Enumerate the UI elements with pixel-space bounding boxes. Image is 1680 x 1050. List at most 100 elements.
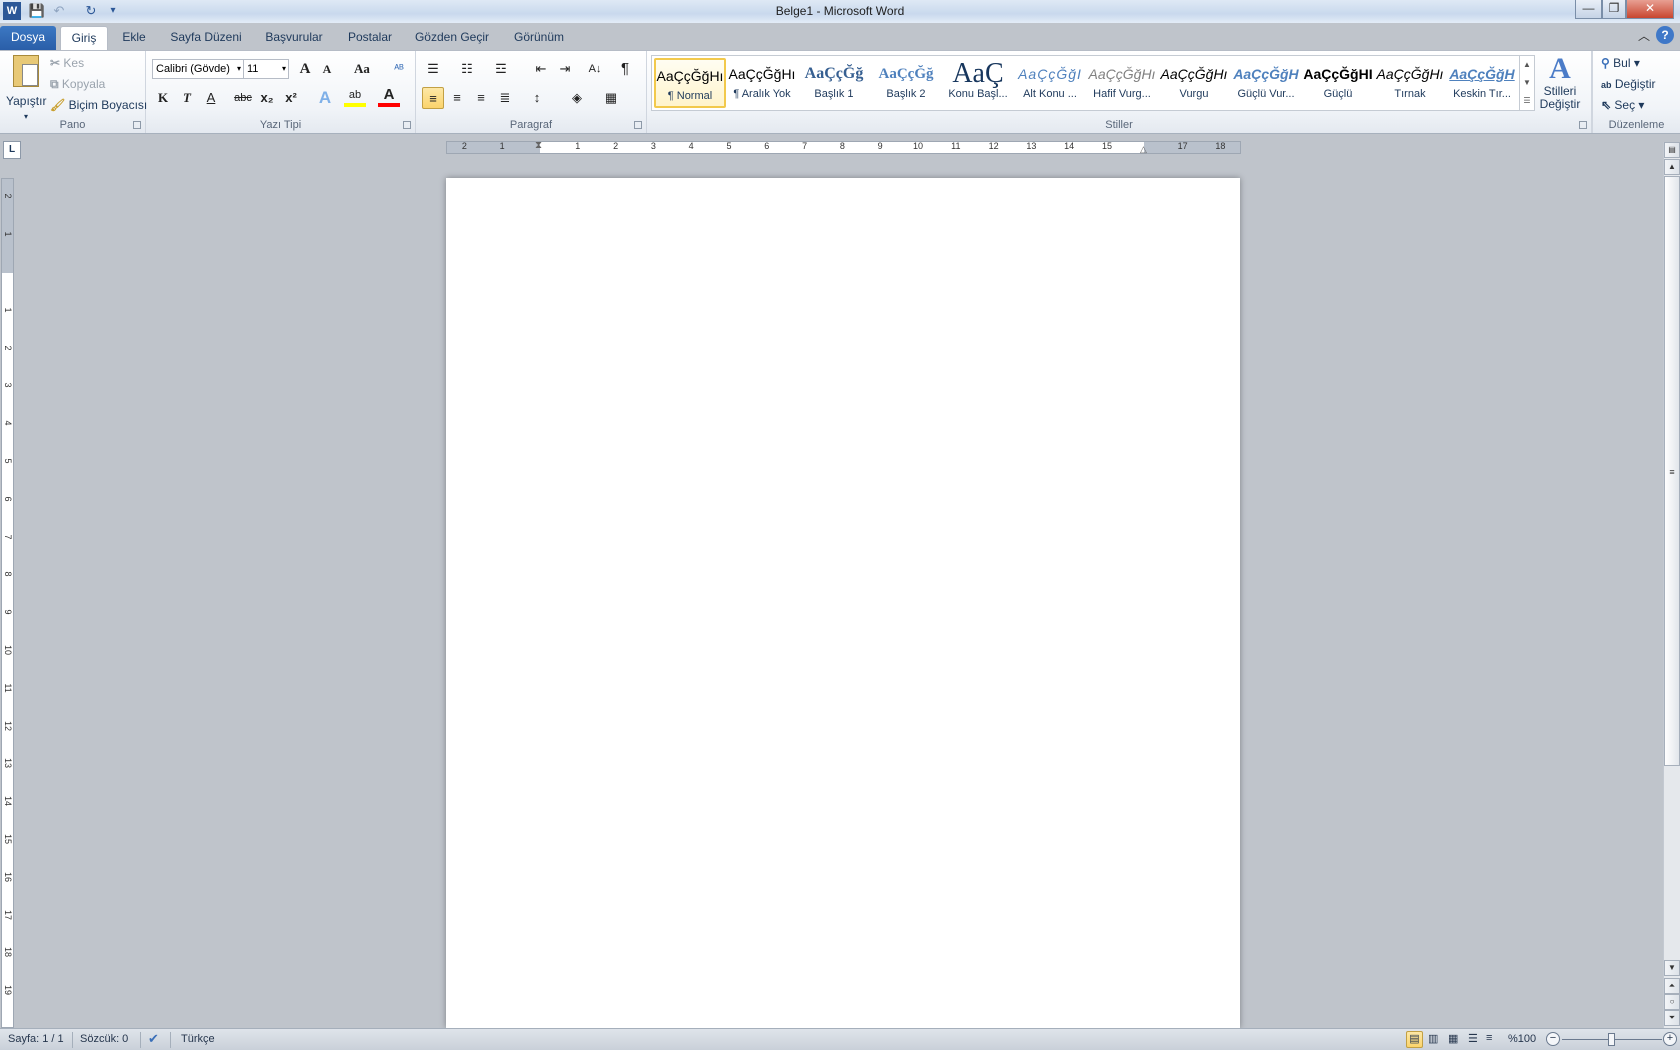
subscript-button[interactable]: x₂ <box>256 87 278 109</box>
select-browse-object-button[interactable]: ○ <box>1664 994 1680 1010</box>
proofing-icon[interactable]: ✔ <box>148 1031 159 1047</box>
select-button[interactable]: ⇖ Seç ▾ <box>1601 97 1644 113</box>
grow-font-button[interactable]: A <box>294 58 316 80</box>
line-spacing-icon[interactable]: ↕ <box>526 87 548 109</box>
shrink-font-button[interactable]: A <box>316 58 338 80</box>
replace-button[interactable]: ab Değiştir <box>1601 76 1656 93</box>
styles-dialog-launcher[interactable] <box>1579 121 1587 129</box>
tab-dosya[interactable]: Dosya <box>0 26 56 50</box>
italic-button[interactable]: T <box>176 87 198 109</box>
draft-view-icon[interactable]: ≡ <box>1486 1032 1492 1044</box>
horizontal-ruler[interactable]: ⧗ △ 2 1 1 2 3 4 5 6 7 8 9 10 11 12 13 14 15 17 18 <box>446 140 1241 155</box>
zoom-in-button[interactable]: + <box>1663 1032 1677 1046</box>
numbering-icon[interactable]: ☷ <box>456 58 478 80</box>
tab-ekle[interactable]: Ekle <box>114 26 154 50</box>
paste-button[interactable]: Yapıştır ▾ <box>6 53 46 121</box>
tab-sayfa-duzeni[interactable]: Sayfa Düzeni <box>162 26 250 50</box>
language[interactable]: Türkçe <box>181 1033 215 1045</box>
web-layout-icon[interactable]: ▦ <box>1448 1032 1458 1045</box>
restore-button[interactable]: ❐ <box>1602 0 1626 19</box>
word-count[interactable]: Sözcük: 0 <box>80 1033 128 1045</box>
increase-indent-icon[interactable]: ⇥ <box>554 58 576 80</box>
tab-giris[interactable]: Giriş <box>60 26 108 51</box>
show-formatting-button[interactable]: ¶ <box>614 58 636 80</box>
shading-icon[interactable]: ◈ <box>566 87 588 109</box>
format-painter-button[interactable]: 🖌 Biçim Boyacısı <box>50 97 147 113</box>
close-button[interactable]: ✕ <box>1626 0 1674 19</box>
style-item[interactable]: AaÇçĞğH Güçlü Vur... <box>1230 58 1302 108</box>
vertical-ruler[interactable]: 2 1 1 2 3 4 5 6 7 8 9 10 11 12 13 14 15 16 17 18 19 <box>1 178 14 1028</box>
change-styles-button[interactable]: A Stilleri Değiştir <box>1532 53 1588 111</box>
change-case-button[interactable]: Aa <box>348 58 376 80</box>
text-effects-button[interactable]: A <box>314 87 336 109</box>
copy-button[interactable]: ⧉ Kopyala <box>50 76 105 92</box>
bold-button[interactable]: K <box>152 87 174 109</box>
full-screen-reading-icon[interactable]: ▥ <box>1428 1032 1438 1045</box>
pano-dialog-launcher[interactable] <box>133 121 141 129</box>
document-page[interactable] <box>446 178 1240 1028</box>
style-item[interactable]: AaÇçĞğH Keskin Tır... <box>1446 58 1518 108</box>
font-size-select[interactable]: 11 ▾ <box>243 59 289 79</box>
previous-page-button[interactable]: ⏶ <box>1664 978 1680 994</box>
tab-gozden-gecir[interactable]: Gözden Geçir <box>408 26 496 50</box>
ruler-number: 11 <box>3 683 13 693</box>
scroll-down-button[interactable]: ▼ <box>1664 960 1680 976</box>
multilevel-list-icon[interactable]: ☲ <box>490 58 512 80</box>
scroll-up-button[interactable]: ▲ <box>1664 159 1680 175</box>
font-name-select[interactable]: Calibri (Gövde) ▾ <box>152 59 244 79</box>
style-item[interactable]: AaÇçĞğHı Hafif Vurg... <box>1086 58 1158 108</box>
cut-button[interactable]: ✂ Kes <box>50 55 84 71</box>
highlight-button[interactable]: ab <box>344 87 366 107</box>
ruler-number: 1 <box>575 141 581 151</box>
find-button[interactable]: ⚲ Bul ▾ <box>1601 55 1640 71</box>
underline-button[interactable]: A <box>200 87 222 109</box>
align-left-icon[interactable]: ≡ <box>422 87 444 109</box>
tab-postalar[interactable]: Postalar <box>340 26 400 50</box>
zoom-slider-thumb[interactable] <box>1608 1033 1615 1046</box>
tab-gorunum[interactable]: Görünüm <box>504 26 574 50</box>
window-title: Belge1 - Microsoft Word <box>775 4 905 18</box>
decrease-indent-icon[interactable]: ⇤ <box>530 58 552 80</box>
print-layout-view-icon[interactable]: ▤ <box>1406 1031 1423 1048</box>
find-label: Bul <box>1613 56 1631 70</box>
minimize-button[interactable]: — <box>1575 0 1602 19</box>
vertical-scrollbar[interactable]: ▤ ▲ ≡ ▼ ⏶ ○ ⏷ <box>1663 142 1680 1028</box>
sort-button[interactable]: A↓ <box>584 58 606 80</box>
style-item[interactable]: AaÇçĞğHı Vurgu <box>1158 58 1230 108</box>
borders-icon[interactable]: ▦ <box>600 87 622 109</box>
style-item[interactable]: AaÇçĞğ Başlık 1 <box>798 58 870 108</box>
page-count[interactable]: Sayfa: 1 / 1 <box>8 1033 64 1045</box>
indent-marker[interactable]: ⧗ <box>535 140 542 151</box>
align-right-icon[interactable]: ≡ <box>470 87 492 109</box>
right-indent-marker[interactable]: △ <box>1140 144 1147 155</box>
tab-basvurular[interactable]: Başvurular <box>256 26 332 50</box>
style-item[interactable]: AaÇçĞğHı ¶ Normal <box>654 58 726 108</box>
paragraph-dialog-launcher[interactable] <box>634 121 642 129</box>
clear-formatting-icon[interactable]: ᴬᴮ <box>388 58 410 80</box>
style-item[interactable]: AaÇçĞğI Alt Konu ... <box>1014 58 1086 108</box>
style-item[interactable]: AaÇçĞğ Başlık 2 <box>870 58 942 108</box>
style-item[interactable]: AaÇçĞğHI Güçlü <box>1302 58 1374 108</box>
help-icon[interactable]: ? <box>1656 26 1674 44</box>
zoom-level[interactable]: %100 <box>1508 1033 1536 1045</box>
style-item[interactable]: AaÇçĞğHı Tırnak <box>1374 58 1446 108</box>
tab-selector-button[interactable]: L <box>3 141 21 159</box>
bullets-icon[interactable]: ☰ <box>422 58 444 80</box>
next-page-button[interactable]: ⏷ <box>1664 1010 1680 1026</box>
outline-view-icon[interactable]: ☰ <box>1468 1032 1478 1045</box>
style-item[interactable]: AaÇ Konu Başl... <box>942 58 1014 108</box>
ruler-number: 5 <box>3 458 13 464</box>
paintbrush-icon: 🖌 <box>50 98 66 112</box>
align-center-icon[interactable]: ≡ <box>446 87 468 109</box>
minimize-ribbon-icon[interactable]: ︿ <box>1638 27 1650 44</box>
superscript-button[interactable]: x² <box>280 87 302 109</box>
scroll-thumb[interactable]: ≡ <box>1664 176 1680 766</box>
group-label-stiller: Stiller <box>1105 119 1133 131</box>
strikethrough-button[interactable]: abc <box>232 87 254 109</box>
justify-icon[interactable]: ≣ <box>494 87 516 109</box>
font-color-button[interactable]: A <box>378 87 400 107</box>
style-item[interactable]: AaÇçĞğHı ¶ Aralık Yok <box>726 58 798 108</box>
zoom-out-button[interactable]: − <box>1546 1032 1560 1046</box>
font-dialog-launcher[interactable] <box>403 121 411 129</box>
view-ruler-icon[interactable]: ▤ <box>1664 142 1680 158</box>
